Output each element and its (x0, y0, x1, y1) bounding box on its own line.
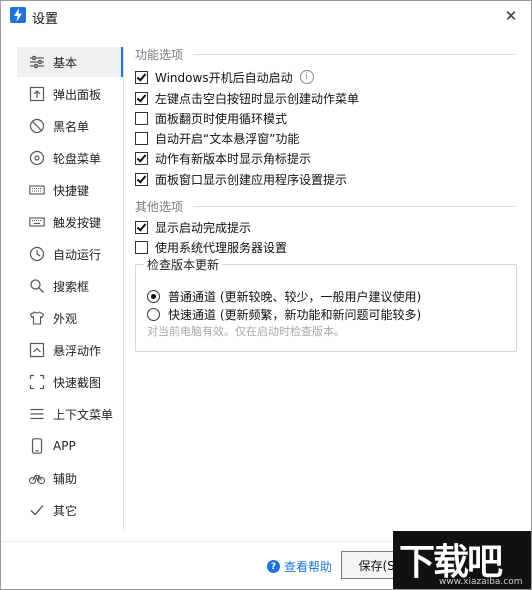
keyboard-icon (29, 182, 45, 198)
update-check-hint: 对当前电脑有效。仅在启动时检查版本。 (147, 325, 345, 338)
radio-normal-channel[interactable]: 普通通道 (更新较晚、较少，一般用户建议使用) (147, 287, 421, 305)
block-icon (29, 118, 45, 134)
sidebar-item-label: 快捷键 (53, 183, 90, 198)
sidebar-item-label: 轮盘菜单 (53, 151, 102, 166)
sidebar-item-search-box[interactable]: 搜索框 (17, 271, 121, 301)
popup-panel-icon (29, 86, 45, 102)
option-app-settings-hint[interactable]: 面板窗口显示创建应用程序设置提示 (135, 170, 347, 188)
sidebar-item-float-action[interactable]: 悬浮动作 (17, 335, 121, 365)
checkbox[interactable] (135, 240, 148, 254)
sidebar-item-label: 辅助 (53, 471, 78, 486)
option-text-float[interactable]: 自动开启“文本悬浮窗”功能 (135, 129, 299, 147)
option-system-proxy[interactable]: 使用系统代理服务器设置 (135, 238, 287, 256)
close-button[interactable]: ✕ (491, 1, 531, 31)
option-label: Windows开机后自动启动 (155, 70, 293, 85)
sidebar-item-popup-panel[interactable]: 弹出面板 (17, 79, 121, 109)
sidebar-item-label: 外观 (53, 311, 78, 326)
option-label: 面板翻页时使用循环模式 (155, 111, 288, 126)
sidebar-item-basic[interactable]: 基本 (17, 47, 121, 77)
option-label: 使用系统代理服务器设置 (155, 240, 288, 255)
sidebar-item-assist[interactable]: 辅助 (17, 463, 121, 493)
update-check-group: 检查版本更新 普通通道 (更新较晚、较少，一般用户建议使用) 快速通道 (更新频… (135, 256, 517, 352)
sidebar-item-label: 搜索框 (53, 279, 90, 294)
function-options-title: 功能选项 (135, 48, 184, 62)
option-autostart[interactable]: Windows开机后自动启动 i (135, 68, 314, 86)
search-icon (29, 278, 45, 294)
title-bar: 设置 ✕ (1, 1, 531, 31)
screenshot-icon (29, 374, 45, 390)
bicycle-icon (29, 470, 45, 486)
option-label: 动作有新版本时显示角标提示 (155, 151, 312, 166)
wheel-menu-icon (29, 150, 45, 166)
sidebar-item-wheel-menu[interactable]: 轮盘菜单 (17, 143, 121, 173)
radio-label: 快速通道 (更新频繁，新功能和新问题可能较多) (168, 307, 422, 322)
trigger-key-icon (29, 214, 45, 230)
option-label: 面板窗口显示创建应用程序设置提示 (155, 172, 348, 187)
watermark-url: www.xiazaiba.com (439, 577, 523, 587)
radio-label: 普通通道 (更新较晚、较少，一般用户建议使用) (168, 289, 422, 304)
sidebar-item-app[interactable]: APP (17, 431, 121, 461)
phone-icon (29, 438, 45, 454)
info-icon[interactable]: i (299, 70, 314, 84)
update-check-title: 检查版本更新 (144, 256, 223, 273)
sidebar-item-label: 触发按键 (53, 215, 102, 230)
help-label: 查看帮助 (284, 560, 333, 574)
sidebar-item-label: 黑名单 (53, 119, 90, 134)
settings-window: 设置 ✕ 基本 弹出面板 黑名单 轮盘菜单 快捷键 触发按键 自动运行 搜索框 … (0, 0, 532, 590)
option-loop-paging[interactable]: 面板翻页时使用循环模式 (135, 109, 287, 127)
option-label: 自动开启“文本悬浮窗”功能 (155, 131, 300, 146)
sidebar-item-blacklist[interactable]: 黑名单 (17, 111, 121, 141)
checkbox[interactable] (135, 151, 148, 165)
checkbox[interactable] (135, 111, 148, 125)
context-menu-icon (29, 406, 45, 422)
float-action-icon (29, 342, 45, 358)
sidebar-item-appearance[interactable]: 外观 (17, 303, 121, 333)
radio-fast-channel[interactable]: 快速通道 (更新频繁，新功能和新问题可能较多) (147, 305, 421, 323)
section-divider (193, 54, 515, 55)
sidebar-item-context-menu[interactable]: 上下文菜单 (17, 399, 121, 429)
lightning-app-icon (10, 7, 26, 23)
option-left-click-menu[interactable]: 左键点击空白按钮时显示创建动作菜单 (135, 89, 359, 107)
sidebar-item-shortcuts[interactable]: 快捷键 (17, 175, 121, 205)
sidebar-item-label: 其它 (53, 503, 78, 518)
shirt-icon (29, 310, 45, 326)
checkbox[interactable] (135, 91, 148, 105)
sidebar-item-screenshot[interactable]: 快速截图 (17, 367, 121, 397)
other-options-title: 其他选项 (135, 200, 184, 214)
option-startup-hint[interactable]: 显示启动完成提示 (135, 218, 251, 236)
sidebar-item-autorun[interactable]: 自动运行 (17, 239, 121, 269)
checkbox[interactable] (135, 131, 148, 145)
window-title: 设置 (32, 12, 59, 27)
watermark-logo: 下载吧 www.xiazaiba.com (393, 531, 531, 589)
radio-button[interactable] (147, 289, 160, 303)
option-label: 左键点击空白按钮时显示创建动作菜单 (155, 91, 360, 106)
checkbox[interactable] (135, 220, 148, 234)
sidebar-item-trigger-keys[interactable]: 触发按键 (17, 207, 121, 237)
checkbox[interactable] (135, 70, 148, 84)
sidebar-item-label: 上下文菜单 (53, 407, 114, 422)
sidebar-item-label: 弹出面板 (53, 87, 102, 102)
section-divider (193, 206, 515, 207)
help-link[interactable]: ? 查看帮助 (267, 558, 332, 575)
sliders-icon (29, 54, 45, 70)
sidebar-item-label: 基本 (53, 55, 78, 70)
clock-icon (29, 246, 45, 262)
option-label: 显示启动完成提示 (155, 220, 252, 235)
sidebar-item-label: APP (53, 439, 76, 453)
sidebar-item-label: 悬浮动作 (53, 343, 102, 358)
sidebar-item-other[interactable]: 其它 (17, 495, 121, 525)
help-icon: ? (267, 560, 280, 573)
radio-button[interactable] (147, 307, 160, 321)
sidebar-item-label: 自动运行 (53, 247, 102, 262)
checkbox[interactable] (135, 172, 148, 186)
option-update-badge[interactable]: 动作有新版本时显示角标提示 (135, 149, 311, 167)
checkmark-icon (29, 502, 45, 518)
sidebar-item-label: 快速截图 (53, 375, 102, 390)
sidebar-divider (123, 47, 124, 531)
